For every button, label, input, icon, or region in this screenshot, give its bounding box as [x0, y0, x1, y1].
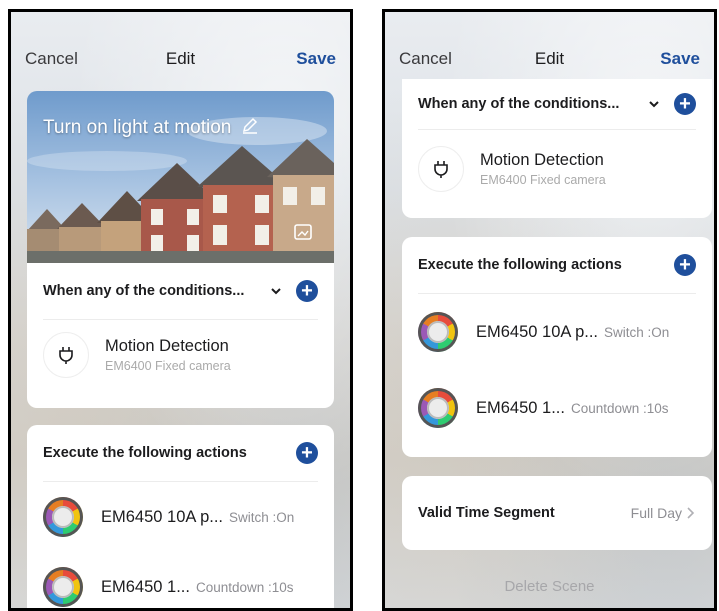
conditions-header: When any of the conditions... +	[402, 79, 712, 129]
action-value: Countdown :10s	[195, 579, 294, 595]
action-device-name: EM6450 10A p...	[101, 507, 224, 526]
add-condition-button[interactable]: +	[674, 93, 696, 115]
valid-time-row[interactable]: Valid Time Segment Full Day	[402, 476, 712, 550]
energy-meter-icon	[418, 312, 458, 352]
cancel-button[interactable]: Cancel	[399, 49, 452, 69]
edit-pencil-icon[interactable]	[241, 117, 259, 135]
save-button[interactable]: Save	[660, 49, 700, 69]
condition-name: Motion Detection	[105, 337, 229, 355]
nav-bar: Cancel Edit Save	[385, 39, 714, 79]
plus-icon: +	[301, 442, 313, 464]
add-action-button[interactable]: +	[296, 442, 318, 464]
energy-meter-icon	[43, 497, 83, 537]
valid-time-label: Valid Time Segment	[418, 505, 555, 521]
actions-card: Execute the following actions + EM6450 1…	[27, 425, 334, 608]
action-device-name: EM6450 10A p...	[476, 322, 599, 341]
chevron-down-icon[interactable]	[648, 98, 660, 110]
actions-header: Execute the following actions +	[402, 237, 712, 293]
conditions-header: When any of the conditions... +	[27, 263, 334, 319]
conditions-header-label: When any of the conditions...	[43, 283, 245, 299]
page-title: Edit	[165, 49, 196, 68]
conditions-header-label: When any of the conditions...	[418, 96, 620, 112]
action-item[interactable]: EM6450 1... Countdown :10s	[402, 370, 712, 446]
scene-title-text: Turn on light at motion	[43, 117, 232, 138]
condition-item[interactable]: Motion Detection EM6400 Fixed camera	[402, 130, 712, 208]
valid-time-value: Full Day	[630, 505, 682, 521]
action-value: Switch :On	[604, 324, 670, 340]
action-value: Countdown :10s	[570, 400, 669, 416]
actions-header-label: Execute the following actions	[418, 257, 622, 273]
energy-meter-icon	[43, 567, 83, 607]
delete-scene-button[interactable]: Delete Scene	[385, 578, 714, 595]
action-item[interactable]: EM6450 10A p... Switch :On	[27, 482, 334, 552]
actions-header: Execute the following actions +	[27, 425, 334, 481]
action-device-name: EM6450 1...	[476, 398, 565, 417]
actions-card: Execute the following actions + EM6450 1…	[402, 237, 712, 457]
condition-device: EM6400 Fixed camera	[105, 359, 231, 373]
condition-item[interactable]: Motion Detection EM6400 Fixed camera	[27, 320, 334, 390]
scene-title[interactable]: Turn on light at motion	[43, 117, 259, 139]
chevron-right-icon	[687, 507, 695, 519]
actions-header-label: Execute the following actions	[43, 445, 247, 461]
nav-bar: Cancel Edit Save	[11, 39, 350, 79]
left-screen: Cancel Edit Save Turn on light at motion…	[8, 9, 353, 611]
plus-icon: +	[679, 254, 691, 276]
add-action-button[interactable]: +	[674, 254, 696, 276]
add-condition-button[interactable]: +	[296, 280, 318, 302]
energy-meter-icon	[418, 388, 458, 428]
action-value: Switch :On	[229, 509, 295, 525]
right-screen: Cancel Edit Save When any of the conditi…	[382, 9, 717, 611]
action-item[interactable]: EM6450 1... Countdown :10s	[27, 552, 334, 608]
plus-icon: +	[679, 93, 691, 115]
plug-icon	[43, 332, 89, 378]
chevron-down-icon[interactable]	[270, 285, 282, 297]
plus-icon: +	[301, 280, 313, 302]
scene-cover-image[interactable]: Turn on light at motion	[27, 91, 334, 263]
page-title: Edit	[534, 49, 565, 68]
action-item[interactable]: EM6450 10A p... Switch :On	[402, 294, 712, 370]
condition-device: EM6400 Fixed camera	[480, 173, 606, 187]
condition-name: Motion Detection	[480, 151, 604, 169]
plug-icon	[418, 146, 464, 192]
conditions-card: When any of the conditions... + Motion D…	[27, 263, 334, 408]
save-button[interactable]: Save	[296, 49, 336, 69]
conditions-card: When any of the conditions... + Motion D…	[402, 79, 712, 218]
action-device-name: EM6450 1...	[101, 577, 190, 596]
valid-time-card[interactable]: Valid Time Segment Full Day	[402, 476, 712, 550]
cancel-button[interactable]: Cancel	[25, 49, 78, 69]
